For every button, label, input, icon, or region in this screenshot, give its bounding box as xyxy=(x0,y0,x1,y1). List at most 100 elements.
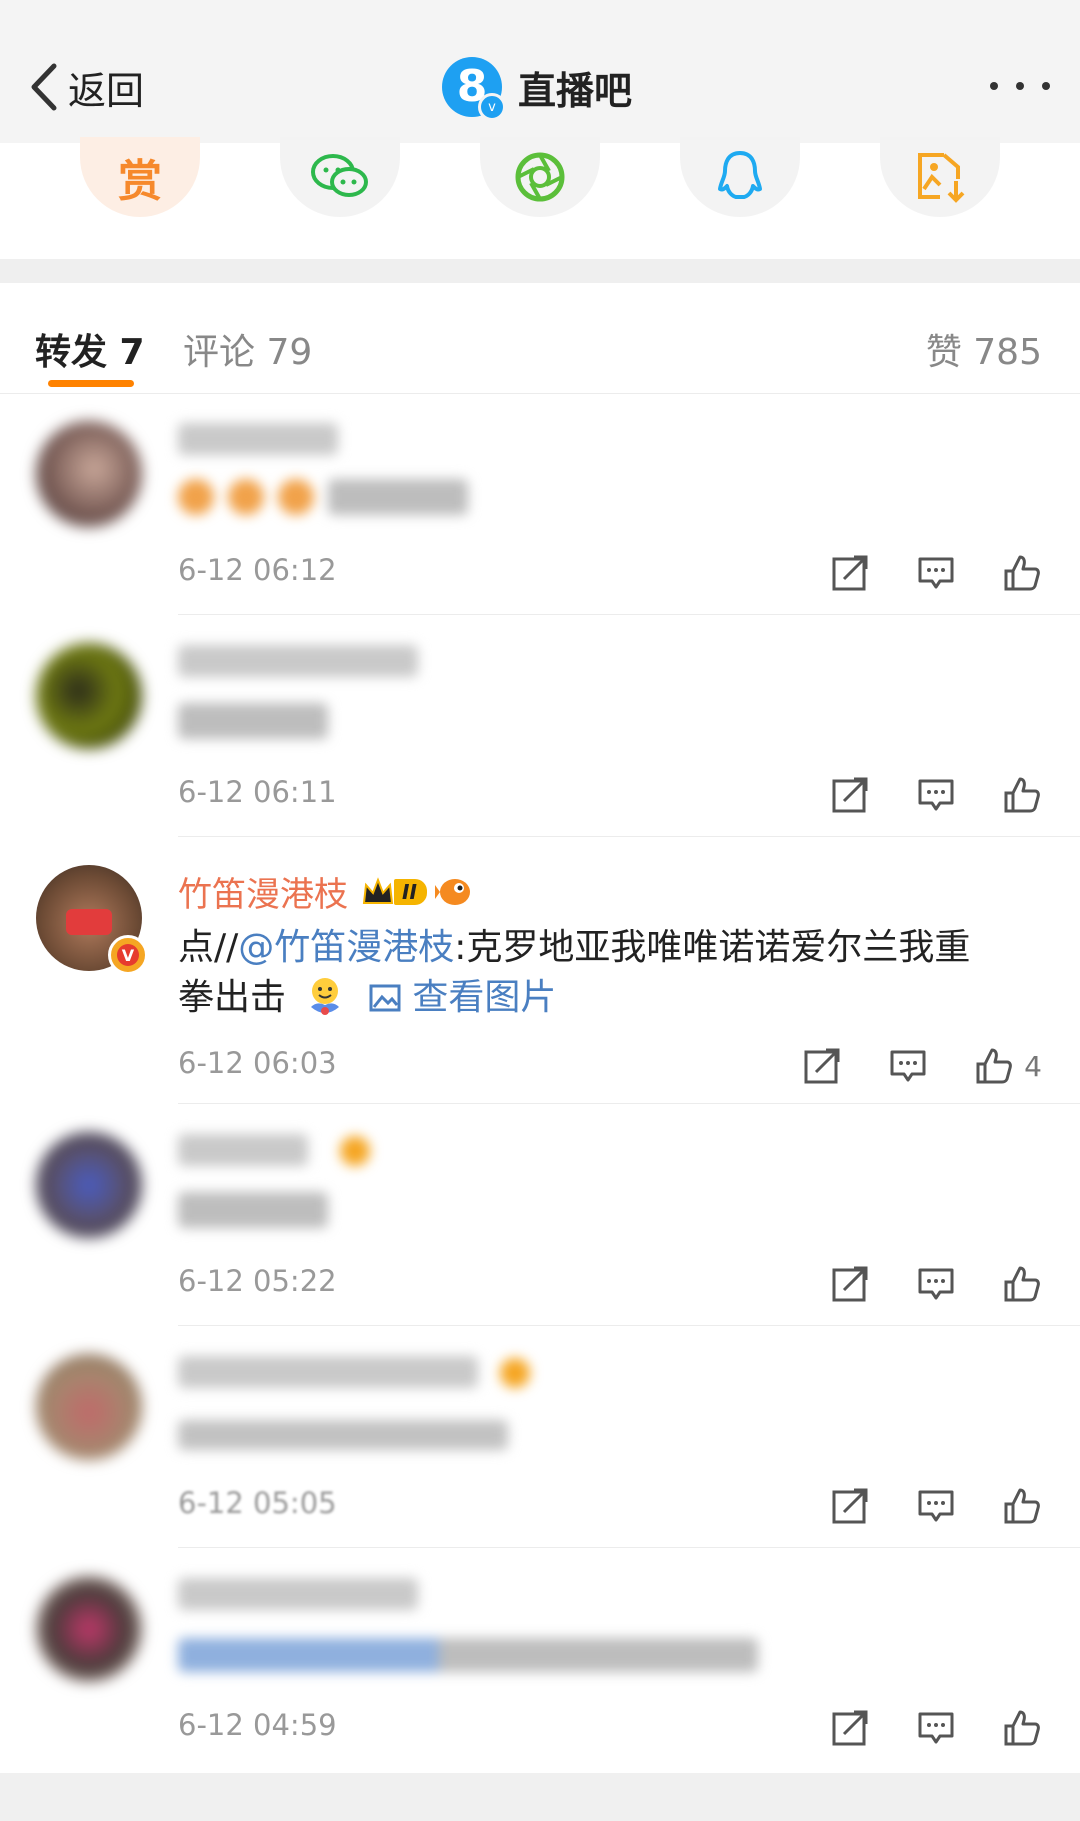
comment-icon[interactable] xyxy=(916,1486,956,1526)
avatar[interactable] xyxy=(36,421,142,527)
repost-icon[interactable] xyxy=(802,1046,842,1086)
comment-icon[interactable] xyxy=(916,1708,956,1748)
avatar[interactable] xyxy=(36,1132,142,1238)
badge-redacted-icon xyxy=(500,1358,530,1388)
like-icon[interactable] xyxy=(1002,553,1042,593)
comment-text-redacted xyxy=(178,703,328,739)
comment-text-redacted xyxy=(178,1420,508,1450)
share-row: 赏 xyxy=(0,137,1080,259)
like-icon[interactable] xyxy=(1002,775,1042,815)
member-level: II xyxy=(394,878,427,905)
reward-icon: 赏 xyxy=(118,156,162,207)
comment-icon[interactable] xyxy=(916,1264,956,1304)
item-actions xyxy=(784,1708,1042,1748)
repost-icon[interactable] xyxy=(830,775,870,815)
username-redacted xyxy=(178,423,338,455)
repost-icon[interactable] xyxy=(830,553,870,593)
qq-share-button[interactable] xyxy=(680,137,800,217)
chevron-left-icon xyxy=(31,63,57,111)
verified-mark: V xyxy=(117,944,139,966)
view-image-link[interactable]: 查看图片 xyxy=(369,977,556,1018)
comment-text-redacted xyxy=(178,1638,758,1672)
username-redacted xyxy=(178,1578,418,1610)
comment-icon[interactable] xyxy=(888,1046,928,1086)
wechat-share-button[interactable] xyxy=(280,137,400,217)
wechat-icon xyxy=(311,154,368,197)
list-item: 6-12 06:11 xyxy=(0,615,1080,837)
nav-bar: 返回 8 v 直播吧 xyxy=(0,0,1080,144)
reward-button[interactable]: 赏 xyxy=(80,137,200,217)
save-image-button[interactable] xyxy=(880,137,1000,217)
hug-emoji-icon xyxy=(311,978,340,1015)
timestamp: 6-12 05:05 xyxy=(178,1486,337,1520)
back-label: 返回 xyxy=(68,68,145,113)
crown-icon xyxy=(362,876,394,904)
image-icon xyxy=(369,984,401,1012)
more-dot-icon xyxy=(1042,82,1050,90)
timestamp: 6-12 04:59 xyxy=(178,1708,337,1742)
moments-share-button[interactable] xyxy=(480,137,600,217)
username[interactable]: 竹笛漫港枝 xyxy=(178,867,348,916)
tab-reposts[interactable]: 转发 7 xyxy=(35,323,145,375)
repost-icon[interactable] xyxy=(830,1708,870,1748)
comment-text-redacted xyxy=(178,1192,328,1228)
section-separator xyxy=(0,259,1080,283)
member-badge-icon: II xyxy=(362,875,427,909)
list-item: V 竹笛漫港枝 II 点//@竹笛漫港枝:克罗地亚我唯唯诺诺爱尔兰我重 拳出击 xyxy=(0,837,1080,1104)
more-dot-icon xyxy=(990,82,998,90)
list-item: 6-12 05:22 xyxy=(0,1104,1080,1326)
list-item: 6-12 05:05 xyxy=(0,1326,1080,1548)
comment-body-line2: 拳出击 xyxy=(178,977,287,1018)
tab-likes[interactable]: 赞 785 xyxy=(926,323,1042,375)
comment-text-redacted xyxy=(178,479,468,515)
like-count: 4 xyxy=(1024,1049,1042,1083)
comment-body: :克罗地亚我唯唯诺诺爱尔兰我重 xyxy=(454,927,971,968)
moments-icon xyxy=(515,152,565,202)
like-icon[interactable] xyxy=(1002,1486,1042,1526)
item-actions xyxy=(784,775,1042,815)
repost-icon[interactable] xyxy=(830,1264,870,1304)
back-button[interactable]: 返回 xyxy=(28,62,145,113)
view-image-label: 查看图片 xyxy=(412,977,557,1018)
username-redacted xyxy=(178,645,418,677)
page-title: 直播吧 xyxy=(518,68,633,113)
repost-icon[interactable] xyxy=(830,1486,870,1526)
tab-comments[interactable]: 评论 79 xyxy=(183,323,312,375)
account-header[interactable]: 8 v 直播吧 xyxy=(442,57,633,121)
item-actions xyxy=(784,553,1042,593)
timestamp: 6-12 06:11 xyxy=(178,775,337,809)
like-icon[interactable] xyxy=(1002,1264,1042,1304)
avatar[interactable]: V xyxy=(36,865,148,975)
comment-icon[interactable] xyxy=(916,553,956,593)
item-actions xyxy=(784,1486,1042,1526)
comment-prefix: 点// xyxy=(178,927,239,968)
account-logo: 8 v xyxy=(442,57,506,121)
avatar[interactable] xyxy=(36,643,142,749)
avatar[interactable] xyxy=(36,1354,142,1460)
badge-redacted-icon xyxy=(340,1136,370,1166)
more-options-button[interactable] xyxy=(990,78,1050,94)
active-tab-indicator xyxy=(48,380,134,387)
avatar-image-detail xyxy=(66,909,112,935)
item-actions xyxy=(784,1264,1042,1304)
timestamp: 6-12 05:22 xyxy=(178,1264,337,1298)
timestamp: 6-12 06:12 xyxy=(178,553,337,587)
avatar[interactable] xyxy=(36,1576,142,1682)
username-row: 竹笛漫港枝 II xyxy=(178,867,473,916)
verified-icon: V xyxy=(108,935,148,975)
bottom-separator xyxy=(0,1773,1080,1821)
list-item: 6-12 06:12 xyxy=(0,393,1080,615)
save-image-icon xyxy=(918,153,965,203)
more-dot-icon xyxy=(1016,82,1024,90)
item-actions: 4 xyxy=(756,1046,1042,1086)
qq-icon xyxy=(718,151,762,199)
username-redacted xyxy=(178,1134,308,1166)
like-icon[interactable] xyxy=(1002,1708,1042,1748)
username-redacted xyxy=(178,1356,478,1388)
like-icon[interactable] xyxy=(974,1046,1014,1086)
comment-icon[interactable] xyxy=(916,775,956,815)
verified-icon: v xyxy=(478,93,506,121)
list-item: 6-12 04:59 xyxy=(0,1548,1080,1773)
mention-link[interactable]: @竹笛漫港枝 xyxy=(238,927,454,968)
tab-bar: 转发 7 评论 79 赞 785 xyxy=(0,283,1080,394)
